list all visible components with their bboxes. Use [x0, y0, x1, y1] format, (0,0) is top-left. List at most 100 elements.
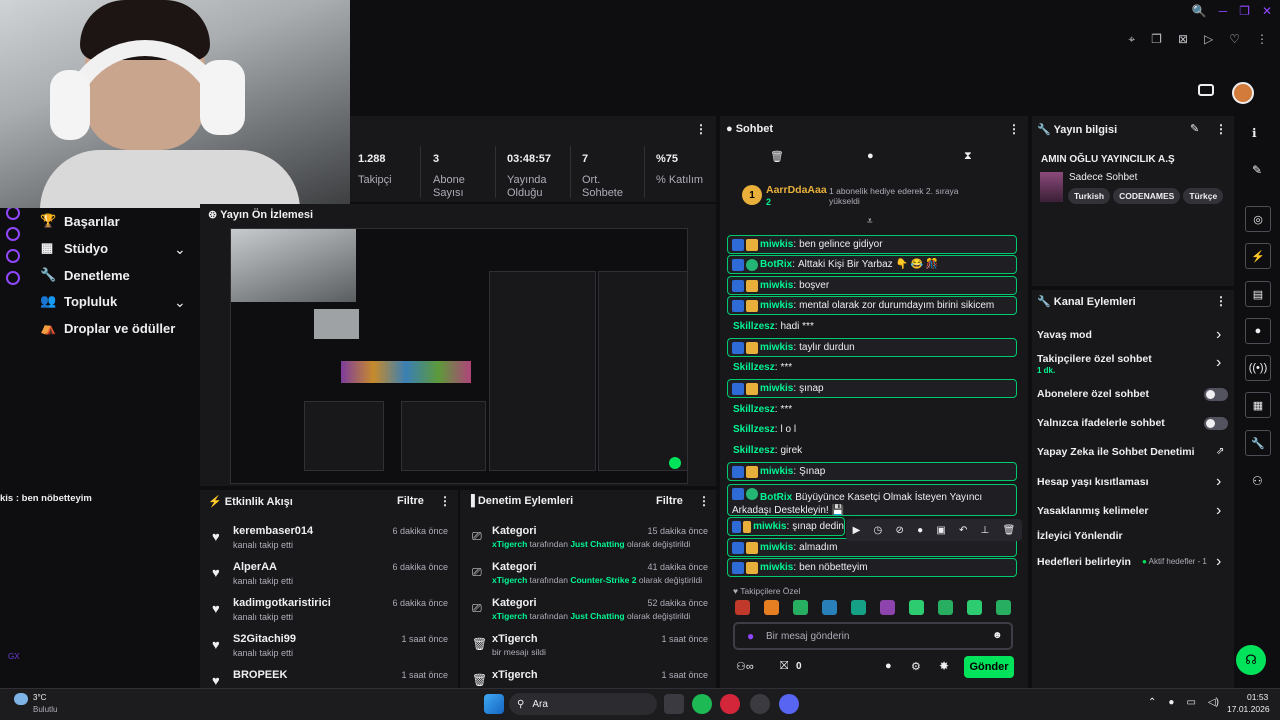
profile-icon[interactable]: [6, 249, 20, 263]
chat-username[interactable]: miwkis: [760, 466, 793, 477]
shield-icon[interactable]: ⊠: [1178, 32, 1188, 47]
chat-message[interactable]: miwkis: Şınap: [727, 462, 1017, 481]
chevron-right-icon[interactable]: ›: [1216, 474, 1221, 490]
chevron-right-icon[interactable]: ›: [1216, 503, 1221, 519]
chat-message[interactable]: Skillzesz: l o l: [727, 420, 1017, 439]
activity-user[interactable]: kerembaser014: [233, 525, 313, 537]
gear-icon[interactable]: ⚙: [911, 660, 921, 673]
play-icon[interactable]: ▷: [1204, 32, 1213, 47]
chevron-down-icon[interactable]: ⌄: [174, 294, 186, 311]
channel-action-item[interactable]: Yapay Zeka ile Sohbet Denetimi: [1037, 446, 1195, 458]
nav-item-3[interactable]: 👥 Topluluk: [40, 293, 117, 309]
moderation-row[interactable]: 🗑 xTigerch bir mesajı sildi 1 saat önce: [470, 633, 708, 667]
channel-action-item[interactable]: Hesap yaşı kısıtlaması: [1037, 476, 1149, 488]
chevron-up-icon[interactable]: ⌃: [1148, 697, 1156, 708]
send-button[interactable]: Gönder: [964, 656, 1014, 678]
moderation-row[interactable]: ⎚ Kategori xTigerch tarafından Just Chatti…: [470, 525, 708, 559]
activity-row[interactable]: ♥ kadimgotkaristirici kanalı takip etti 6 d…: [210, 597, 450, 629]
layout-icon[interactable]: ▦: [1245, 392, 1271, 418]
emoji-icon[interactable]: ☻: [992, 630, 1003, 641]
tag[interactable]: Turkish: [1068, 188, 1111, 204]
expand-icon[interactable]: ❐: [1151, 32, 1162, 47]
chat-username[interactable]: miwkis: [760, 300, 793, 311]
external-link-icon[interactable]: ⇗: [1216, 446, 1224, 457]
activity-row[interactable]: ♥ kerembaser014 kanalı takip etti 6 dakika …: [210, 525, 450, 557]
nav-item-0[interactable]: 🏆 Başarılar: [40, 213, 120, 229]
settings-icon[interactable]: [6, 271, 20, 285]
emote[interactable]: [851, 600, 866, 615]
activity-user[interactable]: BROPEEK: [233, 669, 287, 681]
mod-category[interactable]: Just Chatting: [570, 611, 624, 621]
star-icon[interactable]: ✸: [939, 659, 949, 673]
chat-message[interactable]: Skillzesz: ***: [727, 400, 1017, 419]
chat-username[interactable]: Skillzesz: [733, 362, 775, 373]
chat-username[interactable]: miwkis: [760, 383, 793, 394]
mic-icon[interactable]: ●: [1168, 697, 1174, 708]
emote[interactable]: [735, 600, 750, 615]
pinned-user[interactable]: AarrDdaAaa: [766, 184, 827, 196]
mod-user[interactable]: xTigerch: [492, 611, 527, 621]
nav-item-4[interactable]: ⛺ Droplar ve ödüller: [40, 320, 175, 336]
monitor-icon[interactable]: ▭: [1186, 697, 1195, 708]
activity-user[interactable]: kadimgotkaristirici: [233, 597, 331, 609]
stats-menu-icon[interactable]: ⋮: [695, 122, 707, 136]
taskbar-search[interactable]: ⚲ Ara: [509, 693, 657, 715]
moderation-row[interactable]: ⎚ Kategori xTigerch tarafından Just Chatti…: [470, 597, 708, 631]
mod-category[interactable]: Just Chatting: [570, 539, 624, 549]
chat-username[interactable]: miwkis: [760, 239, 793, 250]
reply-icon[interactable]: ●: [917, 525, 923, 536]
delete-icon[interactable]: 🗑: [1003, 525, 1016, 536]
channel-action-item[interactable]: Yasaklanmış kelimeler: [1037, 505, 1149, 517]
mod-user[interactable]: xTigerch: [492, 575, 527, 585]
emote[interactable]: [909, 600, 924, 615]
mod-user[interactable]: xTigerch: [492, 539, 527, 549]
users-icon[interactable]: ⚇: [1252, 474, 1263, 488]
stream-info-menu-icon[interactable]: ⋮: [1215, 122, 1227, 136]
close-icon[interactable]: ✕: [1262, 4, 1272, 18]
chat-username[interactable]: miwkis: [760, 542, 793, 553]
chat-username[interactable]: BotRix: [760, 259, 792, 270]
emote[interactable]: [938, 600, 953, 615]
pencil-icon[interactable]: ✎: [1252, 163, 1262, 177]
info-icon[interactable]: ℹ: [1252, 126, 1257, 140]
chat-message[interactable]: miwkis: şınap dedin: [727, 517, 845, 536]
spotify-icon[interactable]: [692, 694, 712, 714]
play-icon[interactable]: ▶: [853, 525, 861, 536]
nav-item-1[interactable]: ▦ Stüdyo: [40, 240, 108, 256]
pin-icon[interactable]: ⌖: [1128, 32, 1135, 47]
chat-username[interactable]: Skillzesz: [733, 424, 775, 435]
channel-action-item[interactable]: Hedefleri belirleyin: [1037, 556, 1131, 568]
category-name[interactable]: Sadece Sohbet: [1069, 172, 1137, 183]
chevron-right-icon[interactable]: ›: [1216, 327, 1221, 343]
tag[interactable]: Türkçe: [1183, 188, 1224, 204]
emote[interactable]: [822, 600, 837, 615]
chat-menu-icon[interactable]: ⋮: [1008, 122, 1020, 136]
emote[interactable]: [996, 600, 1011, 615]
chat-message[interactable]: miwkis: mental olarak zor durumdayım biri…: [727, 296, 1017, 315]
restore-icon[interactable]: ❐: [1239, 4, 1250, 18]
copy-icon[interactable]: ▣: [936, 525, 945, 536]
minimize-icon[interactable]: ─: [1219, 4, 1228, 18]
nav-dot-icon[interactable]: [6, 206, 20, 220]
chat-username[interactable]: Skillzesz: [733, 321, 775, 332]
activity-user[interactable]: S2Gitachi99: [233, 633, 296, 645]
toggle-switch[interactable]: [1204, 388, 1228, 401]
chat-message[interactable]: miwkis: ben gelince gidiyor: [727, 235, 1017, 254]
heart-icon[interactable]: ♡: [1229, 32, 1240, 47]
chat-message[interactable]: miwkis: ben nöbetteyim: [727, 558, 1017, 577]
chevron-down-icon[interactable]: ⌄: [174, 241, 186, 258]
chat-icon[interactable]: ●: [1245, 318, 1271, 344]
chat-message[interactable]: miwkis: taylır durdun: [727, 338, 1017, 357]
chat-username[interactable]: miwkis: [753, 521, 786, 532]
activity-filter-button[interactable]: Filtre: [397, 495, 424, 507]
chat-message[interactable]: Skillzesz: girek: [727, 441, 1017, 460]
weather-temp[interactable]: 3°C: [33, 693, 46, 702]
toggle-switch[interactable]: [1204, 417, 1228, 430]
channel-action-item[interactable]: İzleyici Yönlendir: [1037, 530, 1123, 542]
chat-username[interactable]: Skillzesz: [733, 445, 775, 456]
windows-start-icon[interactable]: [484, 694, 504, 714]
hourglass-icon[interactable]: ⧗: [964, 150, 972, 163]
activity-menu-icon[interactable]: ⋮: [439, 494, 451, 508]
microphone-icon[interactable]: ●: [747, 629, 754, 643]
activity-row[interactable]: ♥ AlperAA kanalı takip etti 6 dakika önce: [210, 561, 450, 593]
